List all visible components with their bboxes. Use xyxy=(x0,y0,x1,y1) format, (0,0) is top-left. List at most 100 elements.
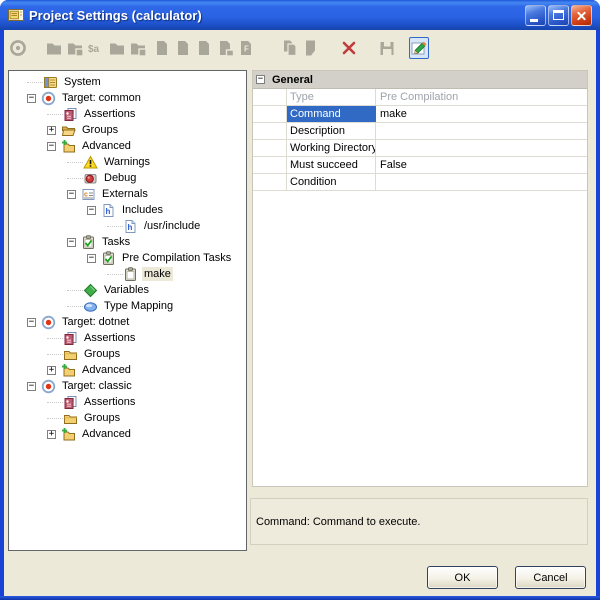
property-value[interactable]: Pre Compilation xyxy=(376,89,587,105)
tree-node-target-dotnet[interactable]: −Target: dotnet xyxy=(9,314,246,330)
tree-node-externals[interactable]: −cExternals xyxy=(9,186,246,202)
tree-node-label: /usr/include xyxy=(142,219,202,233)
new-folder-button-2[interactable] xyxy=(65,37,85,59)
collapse-icon[interactable]: − xyxy=(87,206,96,215)
collapse-icon[interactable]: − xyxy=(67,190,76,199)
folder-closed-icon xyxy=(63,347,78,362)
tree-node-variables[interactable]: Variables xyxy=(9,282,246,298)
svg-text:F: F xyxy=(244,45,249,54)
property-value[interactable] xyxy=(376,123,587,139)
expand-icon[interactable]: + xyxy=(47,126,56,135)
maximize-button[interactable] xyxy=(548,5,569,26)
tree-node-includes[interactable]: −hIncludes xyxy=(9,202,246,218)
tree-node-pre-compilation-tasks[interactable]: −Pre Compilation Tasks xyxy=(9,250,246,266)
property-name[interactable]: Type xyxy=(287,89,376,105)
property-row-gutter xyxy=(253,157,287,173)
tree-node-make[interactable]: make xyxy=(9,266,246,282)
collapse-icon[interactable]: − xyxy=(47,142,56,151)
tree-node-advanced[interactable]: +Advanced xyxy=(9,362,246,378)
paste-button[interactable] xyxy=(301,37,321,59)
tree-node-type-mapping[interactable]: Type Mapping xyxy=(9,298,246,314)
delete-x-toolbar-icon xyxy=(340,39,358,57)
tree-connector xyxy=(47,418,63,419)
delete-button[interactable] xyxy=(339,37,359,59)
tree-connector xyxy=(107,274,123,275)
tree-connector xyxy=(107,226,123,227)
tree-node-assertions[interactable]: Assertions xyxy=(9,394,246,410)
category-label: General xyxy=(272,74,313,86)
property-value[interactable]: False xyxy=(376,157,587,173)
new-item-button-5[interactable]: F xyxy=(236,37,256,59)
new-folder-button-1[interactable] xyxy=(44,37,64,59)
property-name[interactable]: Must succeed xyxy=(287,157,376,173)
property-row-gutter xyxy=(253,174,287,190)
collapse-icon[interactable]: − xyxy=(27,382,36,391)
tree-node-warnings[interactable]: Warnings xyxy=(9,154,246,170)
property-value[interactable] xyxy=(376,140,587,156)
assertions-icon xyxy=(63,395,78,410)
tree-connector xyxy=(47,354,63,355)
folder-plus-icon xyxy=(61,139,76,154)
window-frame-bottom xyxy=(0,596,600,600)
property-name[interactable]: Condition xyxy=(287,174,376,190)
window-title: Project Settings (calculator) xyxy=(29,8,202,23)
property-category-header[interactable]: − General xyxy=(253,71,587,89)
tree-node-target-common[interactable]: −Target: common xyxy=(9,90,246,106)
tree-node-tasks[interactable]: −Tasks xyxy=(9,234,246,250)
tree-node-system[interactable]: System xyxy=(9,74,246,90)
property-name[interactable]: Working Directory xyxy=(287,140,376,156)
new-target-button[interactable] xyxy=(8,37,28,59)
collapse-icon[interactable]: − xyxy=(256,75,265,84)
tree-node-assertions[interactable]: Assertions xyxy=(9,106,246,122)
tree-node-advanced[interactable]: −Advanced xyxy=(9,138,246,154)
property-row-gutter xyxy=(253,106,287,122)
new-assertion-button[interactable]: $a xyxy=(86,37,106,59)
expand-icon[interactable]: + xyxy=(47,430,56,439)
close-button[interactable] xyxy=(571,5,592,26)
property-value[interactable] xyxy=(376,174,587,190)
property-value[interactable]: make xyxy=(376,106,587,122)
collapse-icon[interactable]: − xyxy=(87,254,96,263)
property-row-command: Commandmake xyxy=(253,106,587,123)
tree-node-label: Assertions xyxy=(82,331,137,345)
document-toolbar-icon xyxy=(153,39,171,57)
tree-node-usr-include[interactable]: h/usr/include xyxy=(9,218,246,234)
new-folder-button-4[interactable] xyxy=(128,37,148,59)
header-file-icon: h xyxy=(123,219,138,234)
new-item-button-2[interactable] xyxy=(173,37,193,59)
collapse-icon[interactable]: − xyxy=(67,238,76,247)
property-name[interactable]: Description xyxy=(287,123,376,139)
titlebar[interactable]: Project Settings (calculator) xyxy=(0,0,600,30)
new-folder-button-3[interactable] xyxy=(107,37,127,59)
edit-button[interactable] xyxy=(409,37,429,59)
tree-node-debug[interactable]: Debug xyxy=(9,170,246,186)
new-item-button-1[interactable] xyxy=(152,37,172,59)
tree-node-target-classic[interactable]: −Target: classic xyxy=(9,378,246,394)
tree-node-assertions[interactable]: Assertions xyxy=(9,330,246,346)
tree-node-groups[interactable]: Groups xyxy=(9,346,246,362)
folder-toolbar-icon xyxy=(108,39,126,57)
tree-node-groups[interactable]: Groups xyxy=(9,410,246,426)
tree-connector xyxy=(47,402,63,403)
minimize-button[interactable] xyxy=(525,5,546,26)
variables-icon xyxy=(83,283,98,298)
copy-button[interactable] xyxy=(280,37,300,59)
folder-plus-icon xyxy=(61,363,76,378)
property-grid: − General TypePre CompilationCommandmake… xyxy=(252,70,588,487)
property-row-must-succeed: Must succeedFalse xyxy=(253,157,587,174)
tree-node-label: Assertions xyxy=(82,395,137,409)
document-toolbar-icon xyxy=(195,39,213,57)
new-item-button-4[interactable] xyxy=(215,37,235,59)
collapse-icon[interactable]: − xyxy=(27,318,36,327)
ok-button[interactable]: OK xyxy=(427,566,498,589)
save-button[interactable] xyxy=(377,37,397,59)
tree-node-advanced[interactable]: +Advanced xyxy=(9,426,246,442)
collapse-icon[interactable]: − xyxy=(27,94,36,103)
tree-node-groups[interactable]: +Groups xyxy=(9,122,246,138)
new-item-button-3[interactable] xyxy=(194,37,214,59)
tree-connector xyxy=(67,290,83,291)
property-name[interactable]: Command xyxy=(287,106,376,122)
target-icon xyxy=(41,315,56,330)
expand-icon[interactable]: + xyxy=(47,366,56,375)
cancel-button[interactable]: Cancel xyxy=(515,566,586,589)
